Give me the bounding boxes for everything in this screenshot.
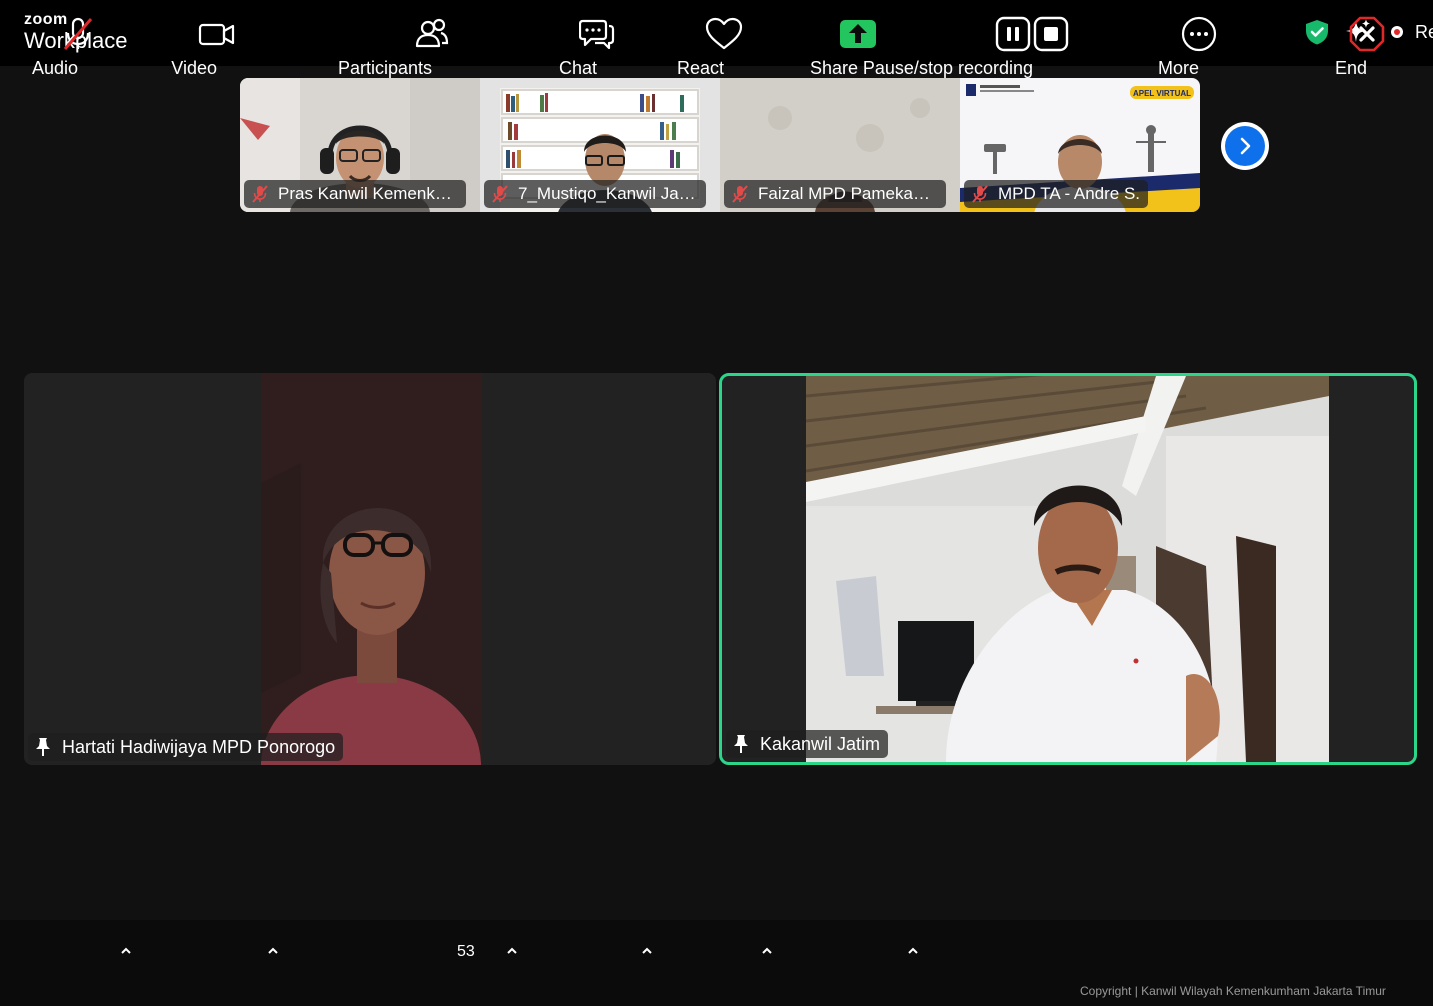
chevron-up-icon[interactable] bbox=[760, 944, 774, 958]
video-label: Video bbox=[171, 58, 217, 78]
participant-name: Hartati Hadiwijaya MPD Ponorogo bbox=[62, 736, 336, 757]
chevron-up-icon[interactable] bbox=[119, 944, 133, 958]
participant-thumbnail[interactable]: 7_Mustiqo_Kanwil Jatim bbox=[480, 78, 720, 212]
participant-name: Pras Kanwil Kemenku... bbox=[278, 184, 458, 203]
chevron-up-icon[interactable] bbox=[266, 944, 280, 958]
participant-name-label: 7_Mustiqo_Kanwil Jatim bbox=[484, 180, 706, 208]
participant-name: MPD TA - Andre S. bbox=[998, 184, 1141, 203]
recording-dot-icon bbox=[1391, 26, 1403, 38]
mic-off-icon bbox=[492, 185, 508, 203]
chat-bubble-icon bbox=[579, 19, 615, 50]
participants-label: Participants bbox=[337, 58, 433, 78]
chevron-up-icon[interactable] bbox=[505, 944, 519, 958]
heart-icon bbox=[705, 17, 743, 50]
participant-name: 7_Mustiqo_Kanwil Jatim bbox=[518, 184, 698, 203]
pause-stop-icon bbox=[995, 16, 1069, 52]
mic-off-icon bbox=[732, 185, 748, 203]
recording-status-text[interactable]: Re bbox=[1415, 22, 1433, 43]
share-arrow-icon bbox=[840, 20, 876, 48]
next-page-button[interactable] bbox=[1221, 122, 1269, 170]
participant-thumbnail[interactable]: APEL VIRTUAL MPD TA - Andre S. bbox=[960, 78, 1200, 212]
chevron-right-icon bbox=[1225, 126, 1265, 166]
mic-off-icon bbox=[252, 185, 268, 203]
react-label: React bbox=[676, 58, 724, 78]
participant-name-label: MPD TA - Andre S. bbox=[964, 180, 1149, 208]
active-speaker-tile[interactable]: Kakanwil Jatim bbox=[719, 373, 1417, 765]
participant-name-label: Faizal MPD Pamekasan bbox=[724, 180, 946, 208]
participant-video bbox=[261, 373, 482, 765]
participant-thumbnail-strip: Pras Kanwil Kemenku... 7_Mustiqo_Kanwil … bbox=[240, 78, 1200, 212]
participants-icon bbox=[415, 18, 449, 48]
participant-name-label: Pras Kanwil Kemenku... bbox=[244, 180, 466, 208]
chevron-up-icon[interactable] bbox=[640, 944, 654, 958]
participant-thumbnail[interactable]: Faizal MPD Pamekasan bbox=[720, 78, 960, 212]
end-x-icon bbox=[1349, 16, 1385, 52]
slide-banner: APEL VIRTUAL bbox=[1133, 89, 1191, 98]
participant-video bbox=[806, 376, 1329, 762]
participant-tile[interactable]: Hartati Hadiwijaya MPD Ponorogo bbox=[24, 373, 716, 765]
mic-off-icon bbox=[972, 185, 988, 203]
pin-icon bbox=[36, 738, 50, 756]
audio-label: Audio bbox=[31, 58, 79, 78]
shield-check-icon[interactable] bbox=[1303, 18, 1331, 46]
participant-name: Faizal MPD Pamekasan bbox=[758, 184, 938, 203]
pin-icon bbox=[734, 735, 748, 753]
participant-name: Kakanwil Jatim bbox=[760, 733, 881, 754]
chat-label: Chat bbox=[558, 58, 597, 78]
video-camera-icon bbox=[198, 23, 235, 46]
chevron-up-icon[interactable] bbox=[906, 944, 920, 958]
more-dots-icon bbox=[1181, 16, 1217, 52]
end-label: End bbox=[1334, 58, 1367, 78]
more-label: More bbox=[1157, 58, 1200, 78]
participant-name-label: Hartati Hadiwijaya MPD Ponorogo bbox=[28, 733, 344, 761]
copyright-watermark: Copyright | Kanwil Wilayah Kemenkumham J… bbox=[1080, 984, 1386, 998]
mic-off-icon bbox=[63, 17, 93, 50]
participants-count: 53 bbox=[457, 943, 475, 960]
share-label: Share bbox=[809, 58, 859, 78]
recording-label: Pause/stop recording bbox=[862, 58, 1034, 78]
participant-name-label: Kakanwil Jatim bbox=[726, 730, 889, 758]
participant-thumbnail[interactable]: Pras Kanwil Kemenku... bbox=[240, 78, 480, 212]
